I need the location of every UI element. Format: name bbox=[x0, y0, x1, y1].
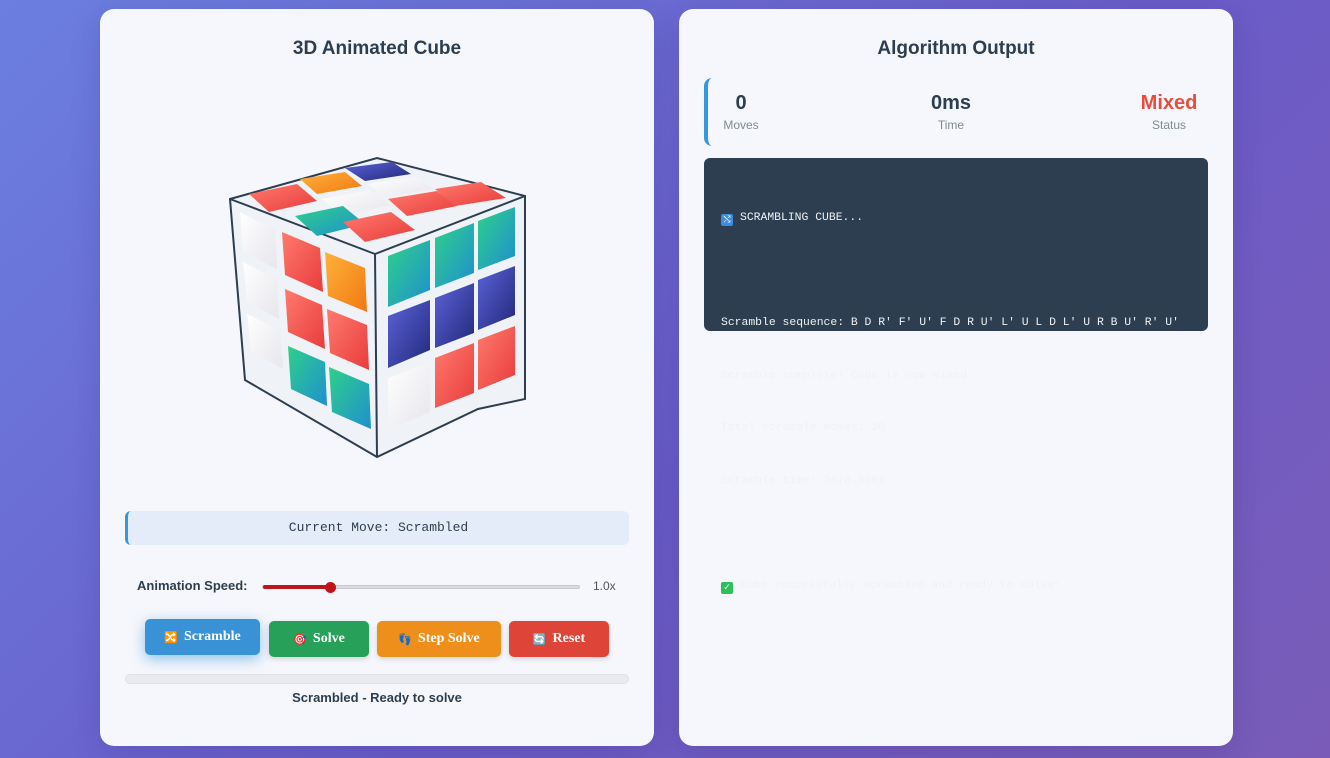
step-solve-button[interactable]: 👣 Step Solve bbox=[377, 621, 501, 657]
solve-button-label: Solve bbox=[312, 631, 345, 646]
stat-time-label: Time bbox=[937, 118, 965, 132]
stat-moves-label: Moves bbox=[723, 118, 759, 132]
console-sequence: Scramble sequence: B D R' F' U' F D R U'… bbox=[721, 317, 1179, 329]
algorithm-output-title: Algorithm Output bbox=[877, 38, 1035, 59]
console-total: Total scramble moves: 20 bbox=[721, 422, 886, 434]
cube-panel: 3D Animated Cube Current Move: Scrambled… bbox=[100, 9, 654, 746]
progress-bar bbox=[125, 674, 629, 684]
algorithm-output-panel: Algorithm Output 0 Moves 0ms Time Mixed … bbox=[679, 9, 1233, 746]
console-time: Scramble time: 3078.00ms bbox=[721, 474, 886, 487]
console-complete: Scramble complete! Cube is now mixed. bbox=[721, 369, 974, 382]
animation-speed-label: Animation Speed: bbox=[137, 578, 248, 593]
console-success-line: ✓ Cube successfully scrambled and ready t… bbox=[721, 578, 1208, 596]
reset-button[interactable]: 🔄 Reset bbox=[509, 621, 609, 657]
console-success: Cube successfully scrambled and ready to… bbox=[740, 579, 1062, 592]
status-text: Scrambled - Ready to solve bbox=[292, 690, 462, 705]
stat-moves: 0 Moves bbox=[720, 92, 762, 132]
stat-time-value: 0ms bbox=[930, 92, 972, 114]
animation-speed-slider[interactable] bbox=[262, 582, 580, 593]
animation-speed-control: Animation Speed: 1.0x bbox=[137, 576, 617, 596]
solve-button[interactable]: 🎯 Solve bbox=[269, 621, 369, 657]
step-solve-button-label: Step Solve bbox=[417, 631, 480, 646]
shuffle-icon: ⤭ bbox=[721, 214, 733, 226]
scramble-button-label: Scramble bbox=[183, 629, 241, 644]
stat-moves-value: 0 bbox=[735, 92, 747, 114]
shuffle-icon: 🔀 bbox=[164, 630, 178, 644]
scramble-button[interactable]: 🔀 Scramble bbox=[145, 619, 260, 655]
stat-status: Mixed Status bbox=[1136, 92, 1202, 132]
animation-speed-value: 1.0x bbox=[593, 579, 616, 593]
footprints-icon: 👣 bbox=[398, 632, 412, 646]
rubiks-cube-3d[interactable] bbox=[225, 144, 530, 464]
stat-time: 0ms Time bbox=[926, 92, 976, 132]
slider-thumb[interactable] bbox=[325, 582, 336, 593]
console-header-line: ⤭ SCRAMBLING CUBE... bbox=[721, 210, 1208, 228]
stats-bar: 0 Moves 0ms Time Mixed Status bbox=[704, 78, 1208, 146]
stat-status-label: Status bbox=[1151, 118, 1187, 132]
cube-panel-title: 3D Animated Cube bbox=[292, 38, 462, 59]
current-move-display: Current Move: Scrambled bbox=[125, 511, 629, 545]
target-icon: 🎯 bbox=[293, 632, 307, 646]
reset-button-label: Reset bbox=[552, 631, 586, 646]
refresh-icon: 🔄 bbox=[532, 632, 547, 646]
slider-fill bbox=[263, 585, 331, 589]
output-console: ⤭ SCRAMBLING CUBE... Scramble sequence: B… bbox=[704, 158, 1208, 594]
stat-status-value: Mixed bbox=[1140, 92, 1198, 114]
control-buttons: 🔀 Scramble 🎯 Solve 👣 Step Solve 🔄 Reset bbox=[145, 619, 615, 659]
check-icon: ✓ bbox=[721, 581, 733, 594]
console-header: SCRAMBLING CUBE... bbox=[740, 212, 864, 224]
